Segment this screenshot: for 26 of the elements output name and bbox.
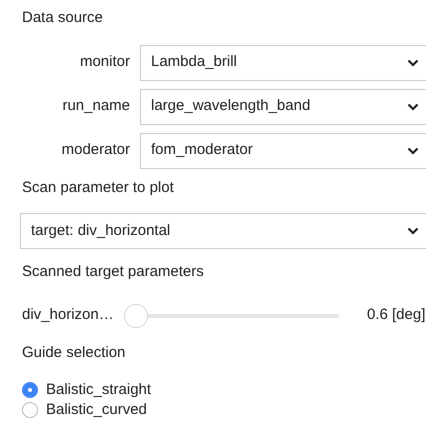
- dropdown[interactable]: Lambda_brill: [140, 44, 426, 80]
- field-label: moderator: [60, 140, 130, 160]
- chevron-down-icon: [407, 146, 419, 154]
- slider-label: div_horizon…: [22, 305, 115, 326]
- dropdown-value: large_wavelength_band: [151, 96, 310, 116]
- section-heading: Scanned target parameters: [22, 262, 204, 282]
- dropdown-value: Lambda_brill: [151, 52, 237, 72]
- dropdown[interactable]: large_wavelength_band: [140, 88, 426, 124]
- chevron-down-icon: [407, 227, 419, 235]
- dropdown-value: fom_moderator: [151, 140, 253, 160]
- radio-button[interactable]: [22, 402, 38, 418]
- section-heading: Data source: [22, 8, 103, 28]
- chevron-down-icon: [407, 102, 419, 110]
- field-label: run_name: [61, 96, 130, 116]
- radio-button[interactable]: [22, 382, 38, 398]
- dropdown[interactable]: target: div_horizontal: [20, 213, 426, 249]
- section-heading: Guide selection: [22, 342, 126, 362]
- field-label: monitor: [78, 52, 130, 72]
- radio-option[interactable]: Balistic_straight: [22, 380, 152, 400]
- slider-thumb[interactable]: [124, 304, 148, 328]
- slider-value: 0.6 [deg]: [367, 305, 426, 326]
- dropdown[interactable]: fom_moderator: [140, 132, 426, 168]
- radio-option[interactable]: Balistic_curved: [22, 400, 147, 420]
- chevron-down-icon: [407, 58, 419, 66]
- dropdown-value: target: div_horizontal: [31, 220, 170, 241]
- section-heading: Scan parameter to plot: [22, 178, 174, 198]
